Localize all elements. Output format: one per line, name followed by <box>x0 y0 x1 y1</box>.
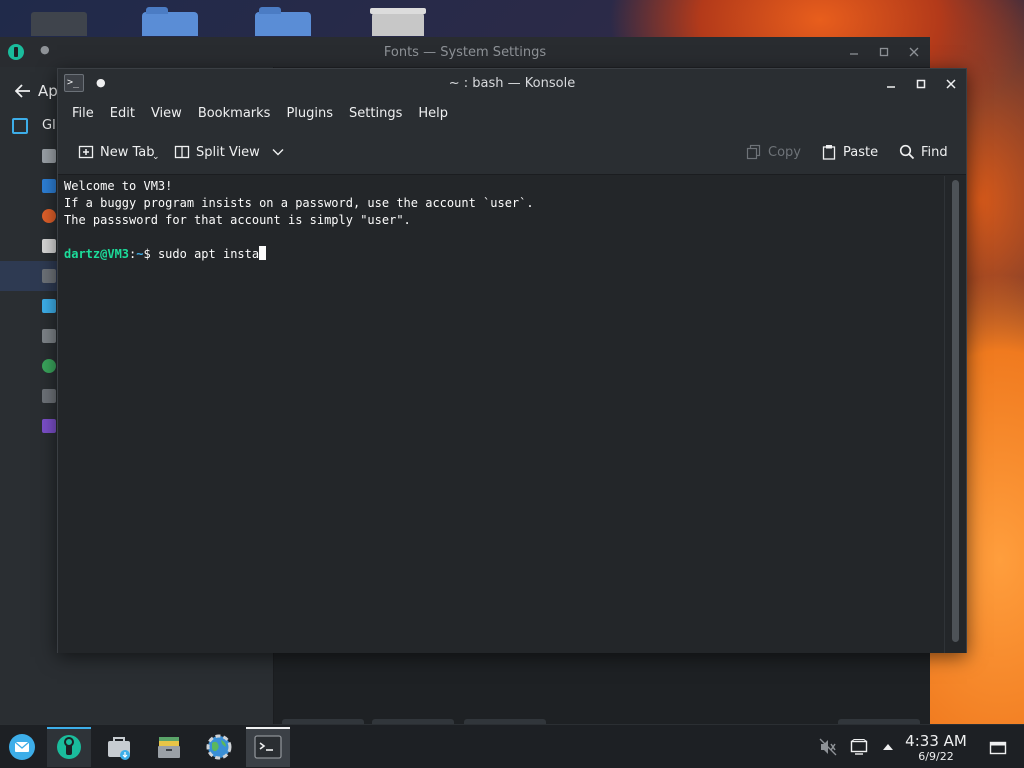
taskbar-archive[interactable] <box>147 727 191 767</box>
splash-screen-icon <box>42 419 56 433</box>
fonts-icon <box>42 269 56 283</box>
menu-file[interactable]: File <box>64 99 102 129</box>
menu-bar: File Edit View Bookmarks Plugins Setting… <box>58 99 966 129</box>
search-icon <box>899 144 915 160</box>
close-button[interactable] <box>941 74 961 94</box>
icons-icon <box>42 299 56 313</box>
scrollbar-thumb[interactable] <box>952 180 959 642</box>
show-desktop-icon[interactable] <box>988 737 1008 757</box>
settings-footer <box>274 651 930 727</box>
konsole-titlebar[interactable]: >_ ● ~ : bash — Konsole <box>58 69 966 99</box>
close-button[interactable] <box>904 42 924 62</box>
copy-label: Copy <box>768 144 801 160</box>
window-decorations-icon <box>42 239 56 253</box>
desktop-folder-icon[interactable] <box>142 7 198 36</box>
taskbar-browser[interactable] <box>197 727 241 767</box>
prompt-user-host: dartz@VM3 <box>64 247 130 261</box>
command-input[interactable]: sudo apt insta <box>158 247 259 261</box>
desktop-folder-icon[interactable] <box>255 7 311 36</box>
window-title: ~ : bash — Konsole <box>448 76 576 91</box>
taskbar-konsole[interactable] <box>246 727 290 767</box>
paste-label: Paste <box>843 144 879 160</box>
settings-titlebar: ● Fonts — System Settings <box>0 37 930 67</box>
trash-icon[interactable] <box>370 8 426 36</box>
mail-icon <box>9 734 35 760</box>
taskbar-discover[interactable] <box>97 727 141 767</box>
split-view-button[interactable]: Split View <box>174 141 290 163</box>
konsole-icon <box>254 735 282 759</box>
font-management-icon <box>42 389 56 403</box>
display-icon[interactable] <box>849 737 869 757</box>
clock-date[interactable]: 6/9/22 <box>902 750 970 763</box>
copy-button[interactable]: Copy <box>746 141 801 163</box>
paste-icon <box>822 145 836 160</box>
taskbar: 4:33 AM 6/9/22 <box>0 724 1024 768</box>
split-view-icon <box>174 145 190 159</box>
archive-manager-icon <box>158 737 180 758</box>
find-button[interactable]: Find <box>899 141 948 163</box>
desktop-file-icon[interactable] <box>31 12 87 36</box>
sidebar-item-label: Gl <box>42 118 56 133</box>
prompt-path: ~ <box>136 247 144 261</box>
tray-expand-icon[interactable] <box>878 737 898 757</box>
menu-settings[interactable]: Settings <box>341 99 410 129</box>
menu-edit[interactable]: Edit <box>102 99 143 129</box>
global-theme-icon <box>12 118 28 134</box>
menu-bookmarks[interactable]: Bookmarks <box>190 99 279 129</box>
chevron-down-icon <box>272 149 284 156</box>
web-browser-icon <box>206 734 232 760</box>
paste-button[interactable]: Paste <box>821 141 878 163</box>
discover-store-icon <box>108 737 130 760</box>
main-toolbar: New Tab ⌄ Split View Copy Paste Find <box>58 129 966 175</box>
maximize-button[interactable] <box>874 42 894 62</box>
terminal-display[interactable]: Welcome to VM3! If a buggy program insist… <box>58 176 944 653</box>
launch-feedback-icon <box>42 359 56 373</box>
maximize-button[interactable] <box>911 74 931 94</box>
konsole-window: >_ ● ~ : bash — Konsole File Edit View B… <box>57 68 967 653</box>
system-settings-icon <box>57 735 81 759</box>
new-tab-label: New Tab <box>100 144 155 160</box>
menu-plugins[interactable]: Plugins <box>278 99 341 129</box>
minimize-button[interactable] <box>844 42 864 62</box>
menu-view[interactable]: View <box>143 99 190 129</box>
terminal-line: Welcome to VM3! <box>64 179 173 193</box>
find-label: Find <box>921 144 948 160</box>
clock-time[interactable]: 4:33 AM <box>902 732 970 750</box>
terminal-scrollbar[interactable] <box>944 176 966 653</box>
window-title: Fonts — System Settings <box>383 44 547 60</box>
new-tab-icon <box>78 145 94 159</box>
terminal-prompt-line: dartz@VM3:~$ sudo apt insta <box>64 246 938 263</box>
chevron-down-icon: ⌄ <box>152 152 160 162</box>
prompt-symbol: $ <box>143 247 158 261</box>
taskbar-system-settings[interactable] <box>47 727 91 767</box>
colors-icon <box>42 179 56 193</box>
terminal-line: If a buggy program insists on a password… <box>64 196 534 210</box>
sidebar-header-label: Ap <box>38 82 58 100</box>
menu-help[interactable]: Help <box>410 99 456 129</box>
copy-icon <box>746 144 761 160</box>
taskbar-mail[interactable] <box>0 727 44 767</box>
split-view-label: Split View <box>196 144 260 160</box>
appearance-icon <box>42 149 56 163</box>
text-cursor <box>259 246 267 260</box>
style-icon <box>42 209 56 223</box>
new-tab-button[interactable]: New Tab ⌄ <box>78 141 160 163</box>
terminal-line: The passsword for that account is simply… <box>64 213 411 227</box>
volume-muted-icon[interactable] <box>818 737 838 757</box>
minimize-button[interactable] <box>881 74 901 94</box>
cursors-icon <box>42 329 56 343</box>
